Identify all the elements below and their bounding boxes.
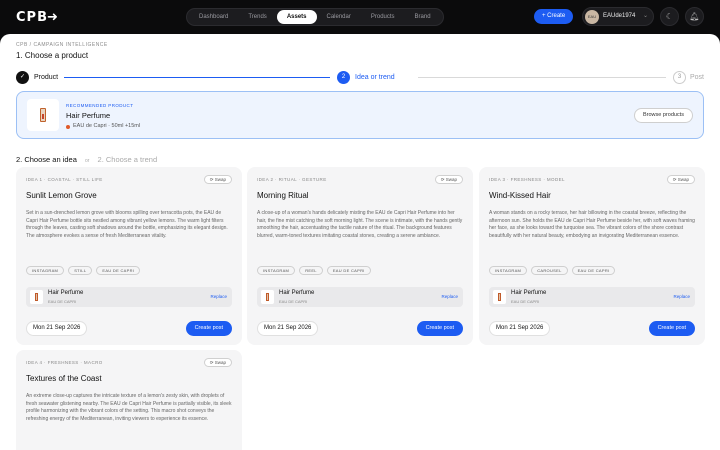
user-menu[interactable]: EAU EAUde1974 ⌄	[582, 7, 654, 26]
idea-description: A close-up of a woman's hands delicately…	[257, 210, 463, 239]
product-name: Hair Perfume	[66, 111, 111, 120]
top-bar: CPB ➜ Dashboard Trends Assets Calendar P…	[0, 0, 720, 34]
create-post-button[interactable]: Create post	[648, 321, 695, 336]
browse-products-button[interactable]: Browse products	[634, 108, 693, 123]
idea-product-brand: EAU DE CAPRI	[279, 299, 308, 304]
chip-list: INSTAGRAM CAROUSEL EAU DE CAPRI	[489, 266, 616, 275]
choose-trend-tab[interactable]: 2. Choose a trend	[98, 155, 158, 164]
stepper: ✓ Product 2 Idea or trend 3 Post	[16, 71, 704, 85]
idea-description: Set in a sun-drenched lemon grove with b…	[26, 210, 228, 239]
product-thumbnail	[27, 99, 59, 131]
idea-tag: IDEA 2 · RITUAL · GESTURE	[257, 177, 327, 182]
step-2-label[interactable]: Idea or trend	[355, 74, 395, 81]
step-2-number[interactable]: 2	[337, 71, 350, 84]
chip-list: INSTAGRAM REEL EAU DE CAPRI	[257, 266, 371, 275]
step-1-check-icon[interactable]: ✓	[16, 71, 29, 84]
idea-title: Sunlit Lemon Grove	[26, 191, 97, 200]
main-content: CPB / CAMPAIGN INTELLIGENCE 1. Choose a …	[0, 34, 720, 450]
product-thumbnail	[261, 290, 274, 304]
idea-product-name: Hair Perfume	[279, 290, 315, 296]
create-button[interactable]: + Create	[534, 9, 574, 24]
idea-tag: IDEA 4 · FRESHNESS · MACRO	[26, 360, 103, 365]
nav-dashboard[interactable]: Dashboard	[189, 10, 238, 24]
idea-product-name: Hair Perfume	[48, 290, 84, 296]
product-thumbnail	[493, 290, 506, 304]
idea-product-row: Hair Perfume EAU DE CAPRI Replace	[257, 287, 463, 307]
idea-product-name: Hair Perfume	[511, 290, 547, 296]
date-picker[interactable]: Mon 21 Sep 2026	[257, 321, 319, 336]
section-title: 2. Choose an idea or 2. Choose a trend	[16, 155, 157, 164]
nav-products[interactable]: Products	[361, 10, 405, 24]
chip: INSTAGRAM	[489, 266, 528, 275]
perfume-bottle-icon	[40, 108, 46, 122]
moon-icon: ☾	[665, 12, 674, 21]
or-separator: or	[84, 158, 90, 164]
page-title: 1. Choose a product	[16, 51, 89, 60]
breadcrumb: CPB / CAMPAIGN INTELLIGENCE	[16, 42, 108, 48]
date-picker[interactable]: Mon 21 Sep 2026	[489, 321, 551, 336]
replace-link[interactable]: Replace	[673, 294, 690, 299]
idea-description: A woman stands on a rocky terrace, her h…	[489, 210, 695, 239]
replace-link[interactable]: Replace	[210, 294, 227, 299]
idea-product-brand: EAU DE CAPRI	[511, 299, 540, 304]
product-subtitle: EAU de Capri · 50ml +15ml	[73, 123, 141, 129]
step-divider	[64, 77, 330, 78]
swap-button[interactable]: ⟳ Swap	[203, 358, 232, 367]
brand-logo[interactable]: CPB	[16, 10, 48, 25]
chip: REEL	[299, 266, 323, 275]
nav-assets[interactable]: Assets	[276, 10, 317, 24]
status-dot-icon	[66, 125, 70, 129]
chip: STILL	[68, 266, 93, 275]
chip-list: INSTAGRAM STILL EAU DE CAPRI	[26, 266, 141, 275]
replace-link[interactable]: Replace	[441, 294, 458, 299]
idea-product-row: Hair Perfume EAU DE CAPRI Replace	[26, 287, 232, 307]
idea-card[interactable]: IDEA 3 · FRESHNESS · MODEL ⟳ Swap Wind-K…	[479, 167, 705, 345]
idea-title: Morning Ritual	[257, 191, 309, 200]
chip: EAU DE CAPRI	[96, 266, 141, 275]
create-post-button[interactable]: Create post	[416, 321, 463, 336]
theme-toggle-button[interactable]: ☾	[660, 7, 679, 26]
bell-icon: 🔔︎	[689, 12, 700, 21]
create-post-button[interactable]: Create post	[185, 321, 232, 336]
chip: INSTAGRAM	[257, 266, 296, 275]
recommended-product-card[interactable]: RECOMMENDED PRODUCT Hair Perfume EAU de …	[16, 91, 704, 139]
recommended-badge: RECOMMENDED PRODUCT	[66, 103, 134, 108]
step-divider	[418, 77, 666, 78]
idea-tag: IDEA 1 · COASTAL · STILL LIFE	[26, 177, 103, 182]
swap-button[interactable]: ⟳ Swap	[203, 175, 232, 184]
idea-card[interactable]: IDEA 2 · RITUAL · GESTURE ⟳ Swap Morning…	[247, 167, 473, 345]
idea-title: Textures of the Coast	[26, 374, 102, 383]
idea-description: An extreme close-up captures the intrica…	[26, 393, 232, 422]
perfume-bottle-icon	[266, 293, 269, 301]
product-thumbnail	[30, 290, 43, 304]
perfume-bottle-icon	[498, 293, 501, 301]
chip: INSTAGRAM	[26, 266, 65, 275]
logo-arrow-icon: ➜	[47, 10, 59, 25]
step-1-label[interactable]: Product	[34, 74, 58, 81]
step-3-label: Post	[690, 74, 705, 81]
choose-idea-tab[interactable]: 2. Choose an idea	[16, 155, 77, 164]
nav-calendar[interactable]: Calendar	[317, 10, 361, 24]
notifications-button[interactable]: 🔔︎	[685, 7, 704, 26]
idea-product-row: Hair Perfume EAU DE CAPRI Replace	[489, 287, 695, 307]
perfume-bottle-icon	[35, 293, 38, 301]
idea-title: Wind-Kissed Hair	[489, 191, 551, 200]
idea-tag: IDEA 3 · FRESHNESS · MODEL	[489, 177, 565, 182]
chevron-down-icon: ⌄	[643, 13, 649, 19]
chip: EAU DE CAPRI	[326, 266, 371, 275]
idea-product-brand: EAU DE CAPRI	[48, 299, 77, 304]
idea-card[interactable]: IDEA 4 · FRESHNESS · MACRO ⟳ Swap Textur…	[16, 350, 242, 450]
date-picker[interactable]: Mon 21 Sep 2026	[26, 321, 88, 336]
main-nav: Dashboard Trends Assets Calendar Product…	[186, 8, 444, 26]
nav-brand[interactable]: Brand	[405, 10, 441, 24]
user-name: EAUde1974	[603, 13, 636, 19]
idea-card[interactable]: IDEA 1 · COASTAL · STILL LIFE ⟳ Swap Sun…	[16, 167, 242, 345]
step-3-number: 3	[673, 71, 686, 84]
avatar: EAU	[585, 10, 599, 24]
chip: EAU DE CAPRI	[571, 266, 616, 275]
swap-button[interactable]: ⟳ Swap	[666, 175, 695, 184]
swap-button[interactable]: ⟳ Swap	[434, 175, 463, 184]
nav-trends[interactable]: Trends	[238, 10, 276, 24]
chip: CAROUSEL	[531, 266, 568, 275]
